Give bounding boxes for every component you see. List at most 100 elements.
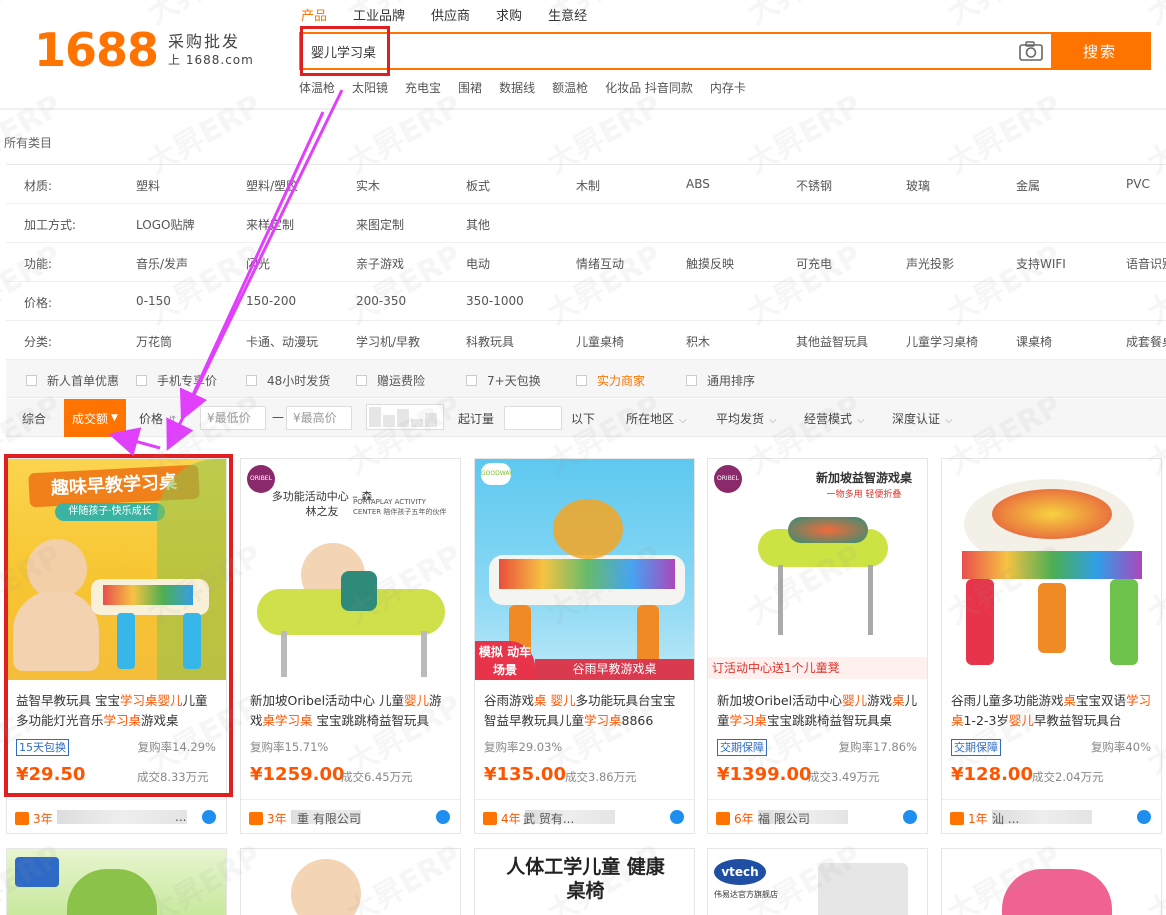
filter-value[interactable]: 金属 [1016,177,1040,194]
moq-input[interactable] [504,406,562,430]
filter-value[interactable]: 200-350 [356,294,406,308]
filter-value[interactable]: 学习机/早教 [356,333,420,350]
chat-icon[interactable] [1137,810,1151,824]
product-card[interactable]: 人体工学儿童 健康桌椅 [474,848,695,915]
dropdown-biz-mode[interactable]: 经营模式 ⌵ [804,410,865,427]
product-card[interactable]: 谷雨儿童多功能游戏桌宝宝双语学习桌1-2-3岁婴儿早教益智玩具台 交期保障 复购… [941,458,1162,834]
supplier-name[interactable]: ... [175,810,186,824]
tab-business-talk[interactable]: 生意经 [548,8,587,26]
tab-industrial-brand[interactable]: 工业品牌 [353,8,405,26]
filter-value[interactable]: ABS [686,177,710,191]
chat-icon[interactable] [202,810,216,824]
filter-value[interactable]: 万花筒 [136,333,172,350]
supplier-name-blurred[interactable] [57,810,187,824]
filter-value[interactable]: 0-150 [136,294,171,308]
filter-value[interactable]: 成套餐桌 [1126,333,1166,350]
filter-value[interactable]: 其他 [466,216,490,233]
checkbox-48h-ship[interactable]: 48小时发货 [246,372,330,389]
sort-price[interactable]: 价格 ⇵ [139,410,176,427]
product-card[interactable]: vtech 伟易达官方旗舰店 [707,848,928,915]
filter-value[interactable]: 来样定制 [246,216,294,233]
product-image[interactable]: ORIBEL 多功能活动中心 – 森林之友 PORTAPLAY ACTIVITY… [241,459,460,680]
sort-turnover[interactable]: 成交额 ▼ [64,399,126,437]
hot-keyword[interactable]: 充电宝 [405,80,441,96]
product-image[interactable] [942,849,1161,915]
filter-value[interactable]: 350-1000 [466,294,524,308]
min-price-input[interactable]: ¥最低价 [200,406,266,430]
filter-value[interactable]: 塑料/塑胶 [246,177,298,194]
tab-supplier[interactable]: 供应商 [431,8,470,26]
max-price-input[interactable]: ¥最高价 [286,406,352,430]
filter-value[interactable]: 声光投影 [906,255,954,272]
checkbox-general-sort[interactable]: 通用排序 [686,372,755,389]
filter-value[interactable]: PVC [1126,177,1150,191]
dropdown-region[interactable]: 所在地区 ⌵ [626,410,687,427]
checkbox-freight-insurance[interactable]: 赠运费险 [356,372,425,389]
checkbox-power-merchant[interactable]: 实力商家 [576,372,645,389]
camera-icon[interactable] [1011,34,1051,68]
filter-value[interactable]: 音乐/发声 [136,255,188,272]
sort-overall[interactable]: 综合 [22,410,46,427]
chat-icon[interactable] [670,810,684,824]
price-range-chart-icon[interactable] [366,404,444,430]
filter-value[interactable]: 板式 [466,177,490,194]
product-card[interactable]: ORIBEL 多功能活动中心 – 森林之友 PORTAPLAY ACTIVITY… [240,458,461,834]
product-image[interactable] [942,459,1161,680]
logo[interactable]: 1688 采购批发 上 1688.com [34,26,254,74]
filter-value[interactable]: 不锈钢 [796,177,832,194]
filter-value[interactable]: 情绪互动 [576,255,624,272]
hot-keyword[interactable]: 数据线 [499,80,535,96]
product-image[interactable] [7,849,226,915]
filter-value[interactable]: 塑料 [136,177,160,194]
supplier-name[interactable]: 武 贸有... [523,810,574,827]
checkbox-7day-exchange[interactable]: 7+天包换 [466,372,541,389]
product-card[interactable] [240,848,461,915]
supplier-name[interactable]: 重 有限公司 [297,810,361,827]
tab-product[interactable]: 产品 [301,8,327,26]
product-image[interactable]: 人体工学儿童 健康桌椅 [475,849,694,915]
filter-value[interactable]: 课桌椅 [1016,333,1052,350]
filter-value[interactable]: 玻璃 [906,177,930,194]
hot-keyword[interactable]: 体温枪 [299,80,335,96]
hot-keyword[interactable]: 太阳镜 [352,80,388,96]
hot-keyword[interactable]: 围裙 [458,80,482,96]
supplier-name[interactable]: 汕 ... [992,810,1019,827]
dropdown-depth-cert[interactable]: 深度认证 ⌵ [892,410,953,427]
product-title[interactable]: 谷雨游戏桌 婴儿多功能玩具台宝宝智益早教玩具儿童学习桌8866 [484,691,688,731]
filter-value[interactable]: 触摸反映 [686,255,734,272]
filter-value[interactable]: 实木 [356,177,380,194]
hot-keyword[interactable]: 化妆品 抖音同款 [605,80,693,96]
chat-icon[interactable] [436,810,450,824]
product-image[interactable]: GOODWAY 模拟 动车场景 谷雨早教游戏桌 [475,459,694,680]
supplier-name[interactable]: 福 限公司 [758,810,810,827]
product-card[interactable]: ORIBEL 新加坡益智游戏桌 一物多用 轻便折叠 订活动中心送1个儿童凳 新加… [707,458,928,834]
product-card[interactable] [6,848,227,915]
filter-value[interactable]: 卡通、动漫玩 [246,333,318,350]
product-title[interactable]: 谷雨儿童多功能游戏桌宝宝双语学习桌1-2-3岁婴儿早教益智玩具台 [951,691,1155,731]
filter-value[interactable]: 积木 [686,333,710,350]
filter-value[interactable]: 儿童桌椅 [576,333,624,350]
search-input[interactable] [301,34,1011,68]
checkbox-mobile-price[interactable]: 手机专享价 [136,372,217,389]
hot-keyword[interactable]: 额温枪 [552,80,588,96]
tab-buy-request[interactable]: 求购 [496,8,522,26]
product-title[interactable]: 新加坡Oribel活动中心婴儿游戏桌儿童学习桌宝宝跳跳椅益智玩具桌 [717,691,921,731]
filter-value[interactable]: 其他益智玩具 [796,333,868,350]
filter-value[interactable]: 来图定制 [356,216,404,233]
filter-value[interactable]: 闪光 [246,255,270,272]
product-card[interactable] [941,848,1162,915]
filter-value[interactable]: 亲子游戏 [356,255,404,272]
filter-value[interactable]: 可充电 [796,255,832,272]
search-button[interactable]: 搜索 [1051,34,1149,68]
filter-value[interactable]: 电动 [466,255,490,272]
product-image[interactable]: ORIBEL 新加坡益智游戏桌 一物多用 轻便折叠 订活动中心送1个儿童凳 [708,459,927,680]
product-image[interactable] [241,849,460,915]
all-categories-link[interactable]: 所有类目 [4,134,52,151]
product-card[interactable]: GOODWAY 模拟 动车场景 谷雨早教游戏桌 谷雨游戏桌 婴儿多功能玩具台宝宝… [474,458,695,834]
filter-value[interactable]: 木制 [576,177,600,194]
hot-keyword[interactable]: 内存卡 [710,80,746,96]
product-title[interactable]: 新加坡Oribel活动中心 儿童婴儿游戏桌学习桌 宝宝跳跳椅益智玩具 [250,691,454,731]
filter-value[interactable]: 儿童学习桌椅 [906,333,978,350]
chat-icon[interactable] [903,810,917,824]
product-image[interactable]: vtech 伟易达官方旗舰店 [708,849,927,915]
